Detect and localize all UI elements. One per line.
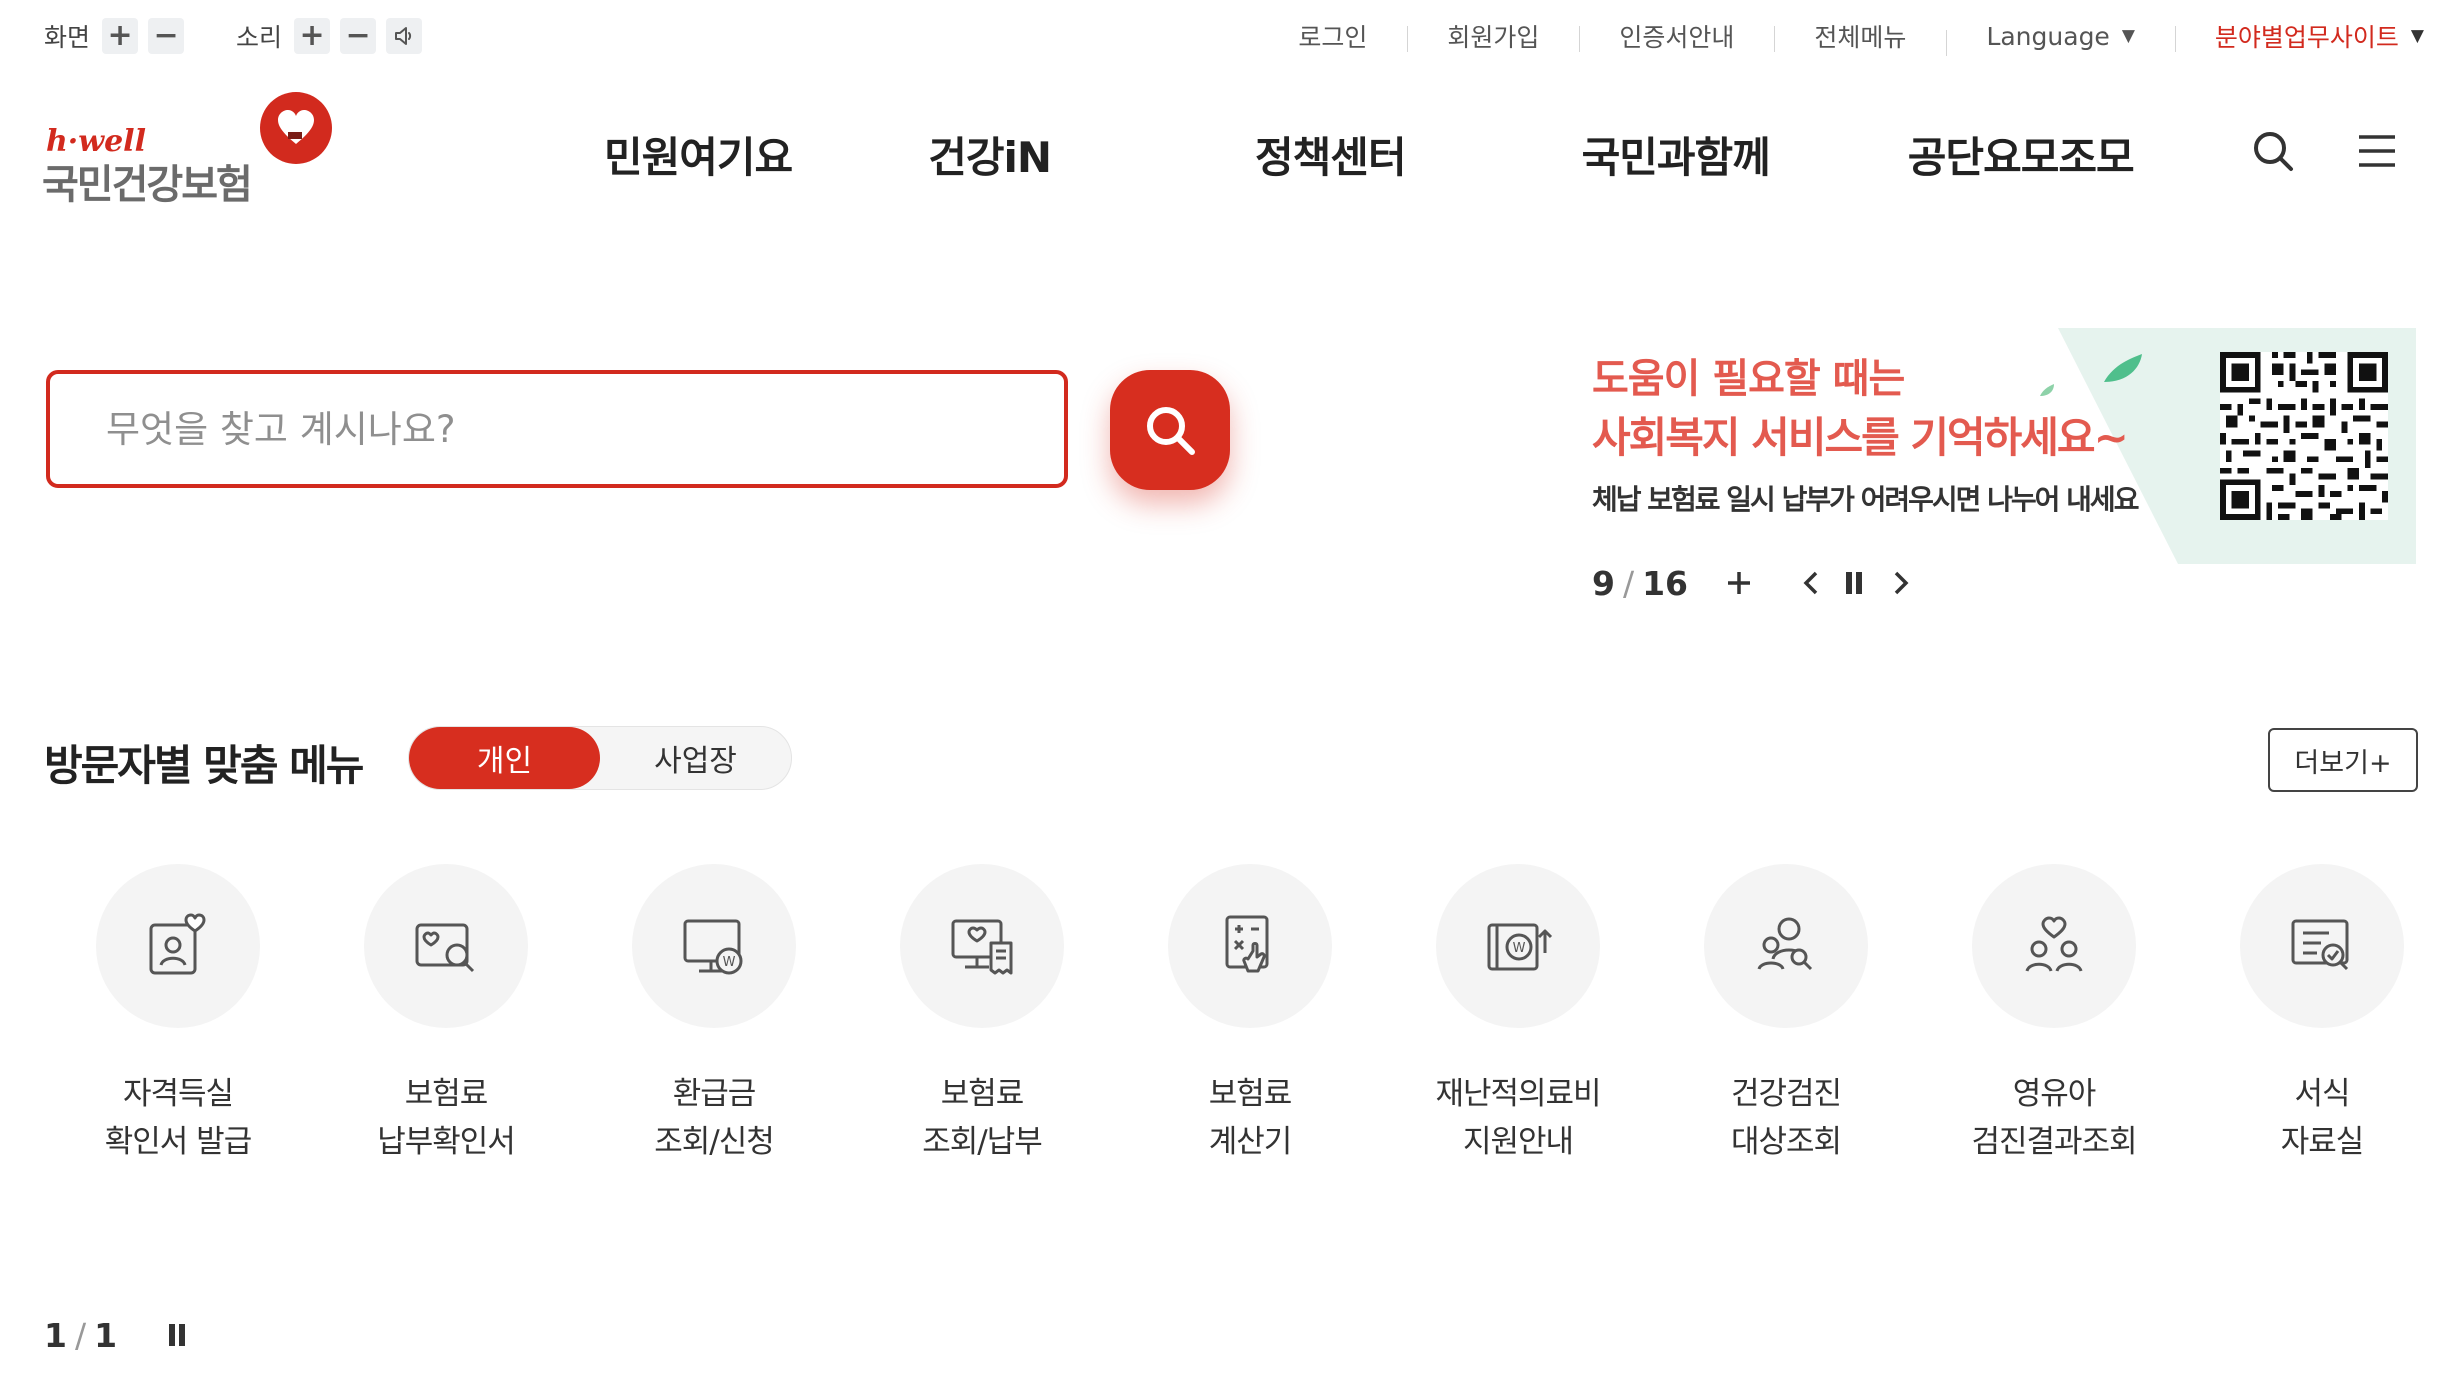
quick-menu-item[interactable]: W 재난적의료비 지원안내 bbox=[1384, 864, 1652, 1166]
section-title: 방문자별 맞춤 메뉴 bbox=[44, 741, 364, 790]
plus-icon bbox=[1728, 572, 1751, 594]
quick-menu-item[interactable]: 서식 자료실 bbox=[2188, 864, 2438, 1166]
quick-menu-item[interactable]: 자격득실 확인서 발급 bbox=[44, 864, 312, 1166]
quick-menu-label: 재난적의료비 지원안내 bbox=[1435, 1076, 1601, 1160]
quick-menu-label: 건강검진 대상조회 bbox=[1730, 1076, 1842, 1160]
speaker-icon[interactable] bbox=[386, 18, 423, 54]
sound-down-button[interactable]: − bbox=[340, 18, 377, 54]
menu-pagination: 1 / 1 bbox=[44, 1312, 187, 1358]
gnb-item-policy-center[interactable]: 정책센터 bbox=[1255, 124, 1407, 185]
visitor-type-toggle: 개인 사업장 bbox=[408, 726, 792, 790]
document-check-icon bbox=[2240, 864, 2404, 1028]
banner-subtext: 체납 보험료 일시 납부가 어려우시면 나누어 내세요 bbox=[1592, 483, 2139, 516]
book-won-up-icon: W bbox=[1436, 864, 1600, 1028]
quick-menu-item[interactable]: 보험료 계산기 bbox=[1116, 864, 1384, 1166]
quick-menu-label: 서식 자료실 bbox=[2280, 1076, 2365, 1160]
promo-banner[interactable]: 도움이 필요할 때는 사회복지 서비스를 기억하세요~ 체납 보험료 일시 납부… bbox=[1588, 328, 2416, 564]
quick-menu-label: 보험료 계산기 bbox=[1208, 1076, 1293, 1160]
pause-icon bbox=[169, 1324, 186, 1346]
monitor-won-icon: W bbox=[632, 864, 796, 1028]
logo-name: 국민건강보험 bbox=[42, 162, 253, 208]
pagination-separator: / bbox=[1622, 563, 1635, 603]
quick-menu-item[interactable]: 보험료 납부확인서 bbox=[312, 864, 580, 1166]
screen-size-label: 화면 bbox=[44, 23, 91, 52]
banner-prev-button[interactable] bbox=[1802, 570, 1820, 596]
screen-zoom-out-button[interactable]: − bbox=[148, 18, 185, 54]
nhis-logo[interactable]: h·well 국민건강보험 bbox=[42, 92, 342, 208]
chevron-left-icon bbox=[1803, 571, 1818, 595]
search-input[interactable] bbox=[106, 407, 1064, 451]
certificate-guide-link[interactable]: 인증서안내 bbox=[1579, 18, 1774, 54]
people-search-icon bbox=[1704, 864, 1868, 1028]
quick-menu-item[interactable]: 건강검진 대상조회 bbox=[1652, 864, 1920, 1166]
quick-menu-list: 자격득실 확인서 발급 보험료 납부확인서 W 환급금 조회/신청 보험료 조회/납부 … bbox=[44, 864, 2438, 1166]
caret-down-icon: ▼ bbox=[2121, 26, 2135, 46]
quick-menu-item[interactable]: W 환급금 조회/신청 bbox=[580, 864, 848, 1166]
sound-control: 소리 + − bbox=[236, 18, 432, 54]
business-sites-label: 분야별업무사이트 bbox=[2214, 23, 2399, 52]
quick-menu-label: 보험료 조회/납부 bbox=[922, 1076, 1043, 1160]
menu-pause-button[interactable] bbox=[167, 1323, 187, 1347]
language-dropdown[interactable]: Language ▼ bbox=[1946, 21, 2174, 56]
sound-label: 소리 bbox=[236, 23, 283, 52]
person-heart-icon bbox=[96, 864, 260, 1028]
heart-logo-icon bbox=[260, 92, 332, 164]
more-button[interactable]: 더보기+ bbox=[2268, 728, 2418, 792]
pagination-separator: / bbox=[74, 1315, 87, 1355]
quick-menu-label: 자격득실 확인서 발급 bbox=[104, 1076, 252, 1160]
search-box bbox=[46, 370, 1068, 488]
calculator-hand-icon bbox=[1168, 864, 1332, 1028]
banner-current-page: 9 bbox=[1592, 563, 1615, 603]
all-menu-link[interactable]: 전체메뉴 bbox=[1774, 18, 1946, 54]
quick-menu-item[interactable]: 보험료 조회/납부 bbox=[848, 864, 1116, 1166]
banner-next-button[interactable] bbox=[1892, 570, 1910, 596]
quick-menu-label: 보험료 납부확인서 bbox=[377, 1076, 516, 1160]
gnb-item-health-in[interactable]: 건강iN bbox=[928, 124, 1052, 185]
search-icon bbox=[1147, 407, 1195, 455]
signup-link[interactable]: 회원가입 bbox=[1407, 18, 1579, 54]
language-label: Language bbox=[1986, 21, 2110, 51]
qr-code-icon bbox=[2220, 352, 2388, 520]
banner-headline-1: 도움이 필요할 때는 bbox=[1592, 356, 1905, 402]
caret-down-icon: ▼ bbox=[2410, 26, 2424, 46]
pause-icon bbox=[1846, 572, 1863, 594]
chevron-right-icon bbox=[1894, 571, 1909, 595]
gnb-item-civil-service[interactable]: 민원여기요 bbox=[604, 124, 793, 185]
main-navigation: 민원여기요 건강iN 정책센터 국민과함께 공단요모조모 bbox=[604, 124, 2135, 185]
quick-menu-label: 영유아 검진결과조회 bbox=[1971, 1076, 2137, 1160]
gnb-item-with-people[interactable]: 국민과함께 bbox=[1582, 124, 1771, 185]
sound-up-button[interactable]: + bbox=[294, 18, 331, 54]
banner-pause-button[interactable] bbox=[1844, 571, 1864, 595]
toggle-personal[interactable]: 개인 bbox=[409, 727, 600, 789]
banner-pagination: 9 / 16 bbox=[1592, 560, 1910, 606]
banner-headline-2: 사회복지 서비스를 기억하세요~ bbox=[1592, 413, 2129, 462]
quick-menu-item[interactable]: 영유아 검진결과조회 bbox=[1920, 864, 2188, 1166]
svg-text:W: W bbox=[1513, 941, 1526, 956]
banner-total-pages: 16 bbox=[1642, 563, 1689, 603]
screen-size-control: 화면 + − bbox=[44, 18, 194, 54]
svg-text:W: W bbox=[723, 955, 736, 970]
banner-plus-button[interactable] bbox=[1726, 570, 1752, 596]
toggle-business[interactable]: 사업장 bbox=[600, 727, 791, 789]
monitor-receipt-icon bbox=[900, 864, 1064, 1028]
family-heart-icon bbox=[1972, 864, 2136, 1028]
gnb-item-agency-info[interactable]: 공단요모조모 bbox=[1908, 124, 2135, 185]
login-link[interactable]: 로그인 bbox=[1258, 18, 1407, 54]
search-submit-button[interactable] bbox=[1110, 370, 1230, 490]
utility-nav: 로그인 회원가입 인증서안내 전체메뉴 Language ▼ 분야별업무사이트 … bbox=[1258, 14, 2438, 58]
accessibility-controls: 화면 + − 소리 + − bbox=[44, 14, 474, 58]
hamburger-menu-icon[interactable] bbox=[2352, 126, 2402, 176]
header-search-icon[interactable] bbox=[2248, 126, 2298, 176]
menu-total-pages: 1 bbox=[94, 1315, 118, 1355]
business-sites-dropdown[interactable]: 분야별업무사이트 ▼ bbox=[2174, 18, 2438, 54]
quick-menu-label: 환급금 조회/신청 bbox=[654, 1076, 775, 1160]
card-search-icon bbox=[364, 864, 528, 1028]
menu-current-page: 1 bbox=[44, 1315, 67, 1355]
screen-zoom-in-button[interactable]: + bbox=[102, 18, 139, 54]
